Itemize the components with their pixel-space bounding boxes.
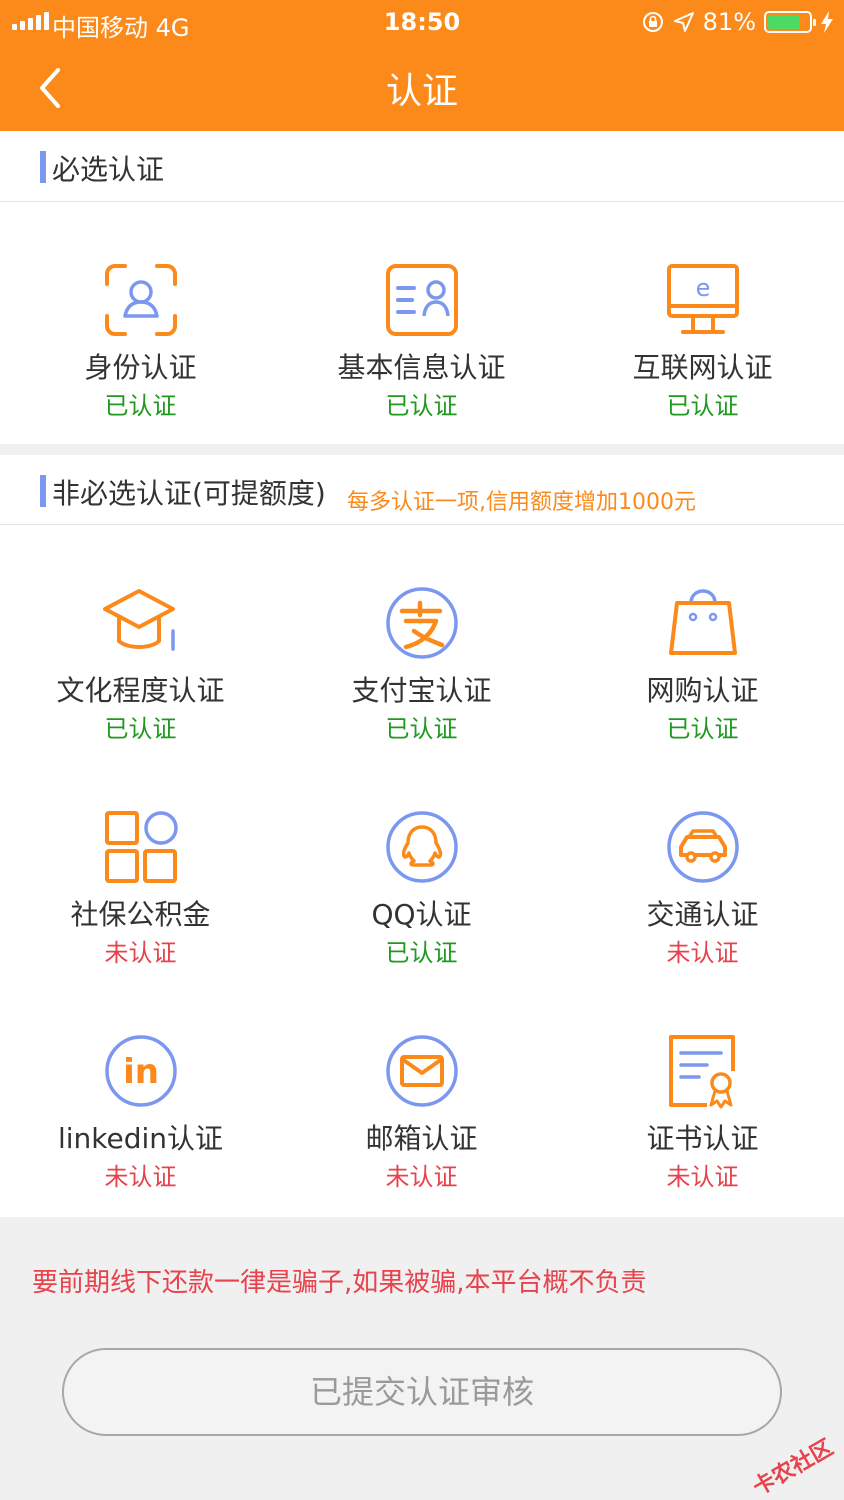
item-status: 已认证 (666, 392, 739, 420)
fraud-warning: 要前期线下还款一律是骗子,如果被骗,本平台概不负责 (32, 1268, 647, 1298)
monitor-icon: e (666, 264, 739, 334)
item-status: 已认证 (385, 392, 458, 420)
car-icon (666, 811, 739, 883)
verify-item-education[interactable]: 文化程度认证 已认证 (0, 583, 281, 747)
battery-icon (764, 11, 816, 33)
item-label: 互联网认证 (632, 351, 773, 384)
mail-icon (385, 1035, 458, 1107)
qq-icon (385, 811, 458, 883)
certificate-icon (668, 1035, 735, 1109)
grid-icon (104, 811, 178, 883)
submit-verification-button[interactable]: 已提交认证审核 (62, 1348, 782, 1436)
optional-grid: 文化程度认证 已认证 支付宝认证 已认证 网购认证 已认证 社保公积金 未认证 (0, 525, 844, 1217)
required-section-title: 必选认证 (52, 153, 165, 186)
item-status: 已认证 (385, 939, 458, 967)
optional-section-header: 非必选认证(可提额度) 每多认证一项,信用额度增加1000元 (0, 455, 844, 525)
verify-item-basic-info[interactable]: 基本信息认证 已认证 (281, 260, 562, 424)
item-label: 基本信息认证 (337, 351, 506, 384)
location-icon (673, 12, 694, 32)
verify-item-qq[interactable]: QQ认证 已认证 (281, 807, 562, 971)
alipay-icon (385, 587, 458, 659)
item-label: linkedin认证 (57, 1122, 224, 1155)
svg-text:e: e (695, 274, 710, 302)
page-title: 认证 (385, 71, 458, 112)
verify-item-linkedin[interactable]: in linkedin认证 未认证 (0, 1031, 281, 1195)
battery-percent: 81% (702, 8, 756, 36)
verify-item-certificate[interactable]: 证书认证 未认证 (562, 1031, 843, 1195)
nav-bar: 认证 (0, 44, 844, 131)
verify-item-transport[interactable]: 交通认证 未认证 (562, 807, 843, 971)
graduation-cap-icon (102, 589, 175, 651)
item-status: 已认证 (104, 715, 177, 743)
linkedin-icon: in (104, 1035, 177, 1107)
verify-item-social-security[interactable]: 社保公积金 未认证 (0, 807, 281, 971)
item-label: 支付宝认证 (351, 674, 492, 707)
svg-text:in: in (123, 1052, 159, 1092)
required-section-header: 必选认证 (0, 131, 844, 202)
item-status: 未认证 (104, 939, 177, 967)
item-label: 网购认证 (646, 674, 759, 707)
item-label: QQ认证 (371, 898, 472, 931)
item-status: 已认证 (104, 392, 177, 420)
optional-section-note: 每多认证一项,信用额度增加1000元 (347, 490, 696, 515)
item-status: 未认证 (666, 1163, 739, 1191)
item-label: 邮箱认证 (365, 1122, 478, 1155)
info-card-icon (385, 264, 458, 336)
section-accent-bar (40, 475, 46, 507)
battery-fill (768, 15, 801, 29)
shopping-bag-icon (668, 589, 737, 655)
required-grid: 身份认证 已认证 基本信息认证 已认证 e 互联网认证 已认证 (0, 202, 844, 444)
item-status: 未认证 (104, 1163, 177, 1191)
orientation-lock-icon (642, 12, 663, 32)
item-status: 未认证 (385, 1163, 458, 1191)
item-label: 交通认证 (646, 898, 759, 931)
verify-item-identity[interactable]: 身份认证 已认证 (0, 260, 281, 424)
verify-item-email[interactable]: 邮箱认证 未认证 (281, 1031, 562, 1195)
verify-item-alipay[interactable]: 支付宝认证 已认证 (281, 583, 562, 747)
watermark-logo: 卡农社区 (748, 1435, 838, 1500)
section-accent-bar (40, 151, 46, 183)
status-bar: 中国移动 4G 18:50 81% (0, 0, 844, 44)
verify-item-online-shopping[interactable]: 网购认证 已认证 (562, 583, 843, 747)
item-status: 已认证 (385, 715, 458, 743)
item-label: 证书认证 (646, 1122, 759, 1155)
item-status: 已认证 (666, 715, 739, 743)
item-label: 文化程度认证 (56, 674, 225, 707)
item-label: 身份认证 (84, 351, 197, 384)
item-status: 未认证 (666, 939, 739, 967)
id-face-icon (104, 264, 177, 336)
verify-item-internet[interactable]: e 互联网认证 已认证 (562, 260, 843, 424)
charging-icon (821, 11, 833, 33)
optional-section-title: 非必选认证(可提额度) (52, 477, 326, 510)
item-label: 社保公积金 (70, 898, 211, 931)
